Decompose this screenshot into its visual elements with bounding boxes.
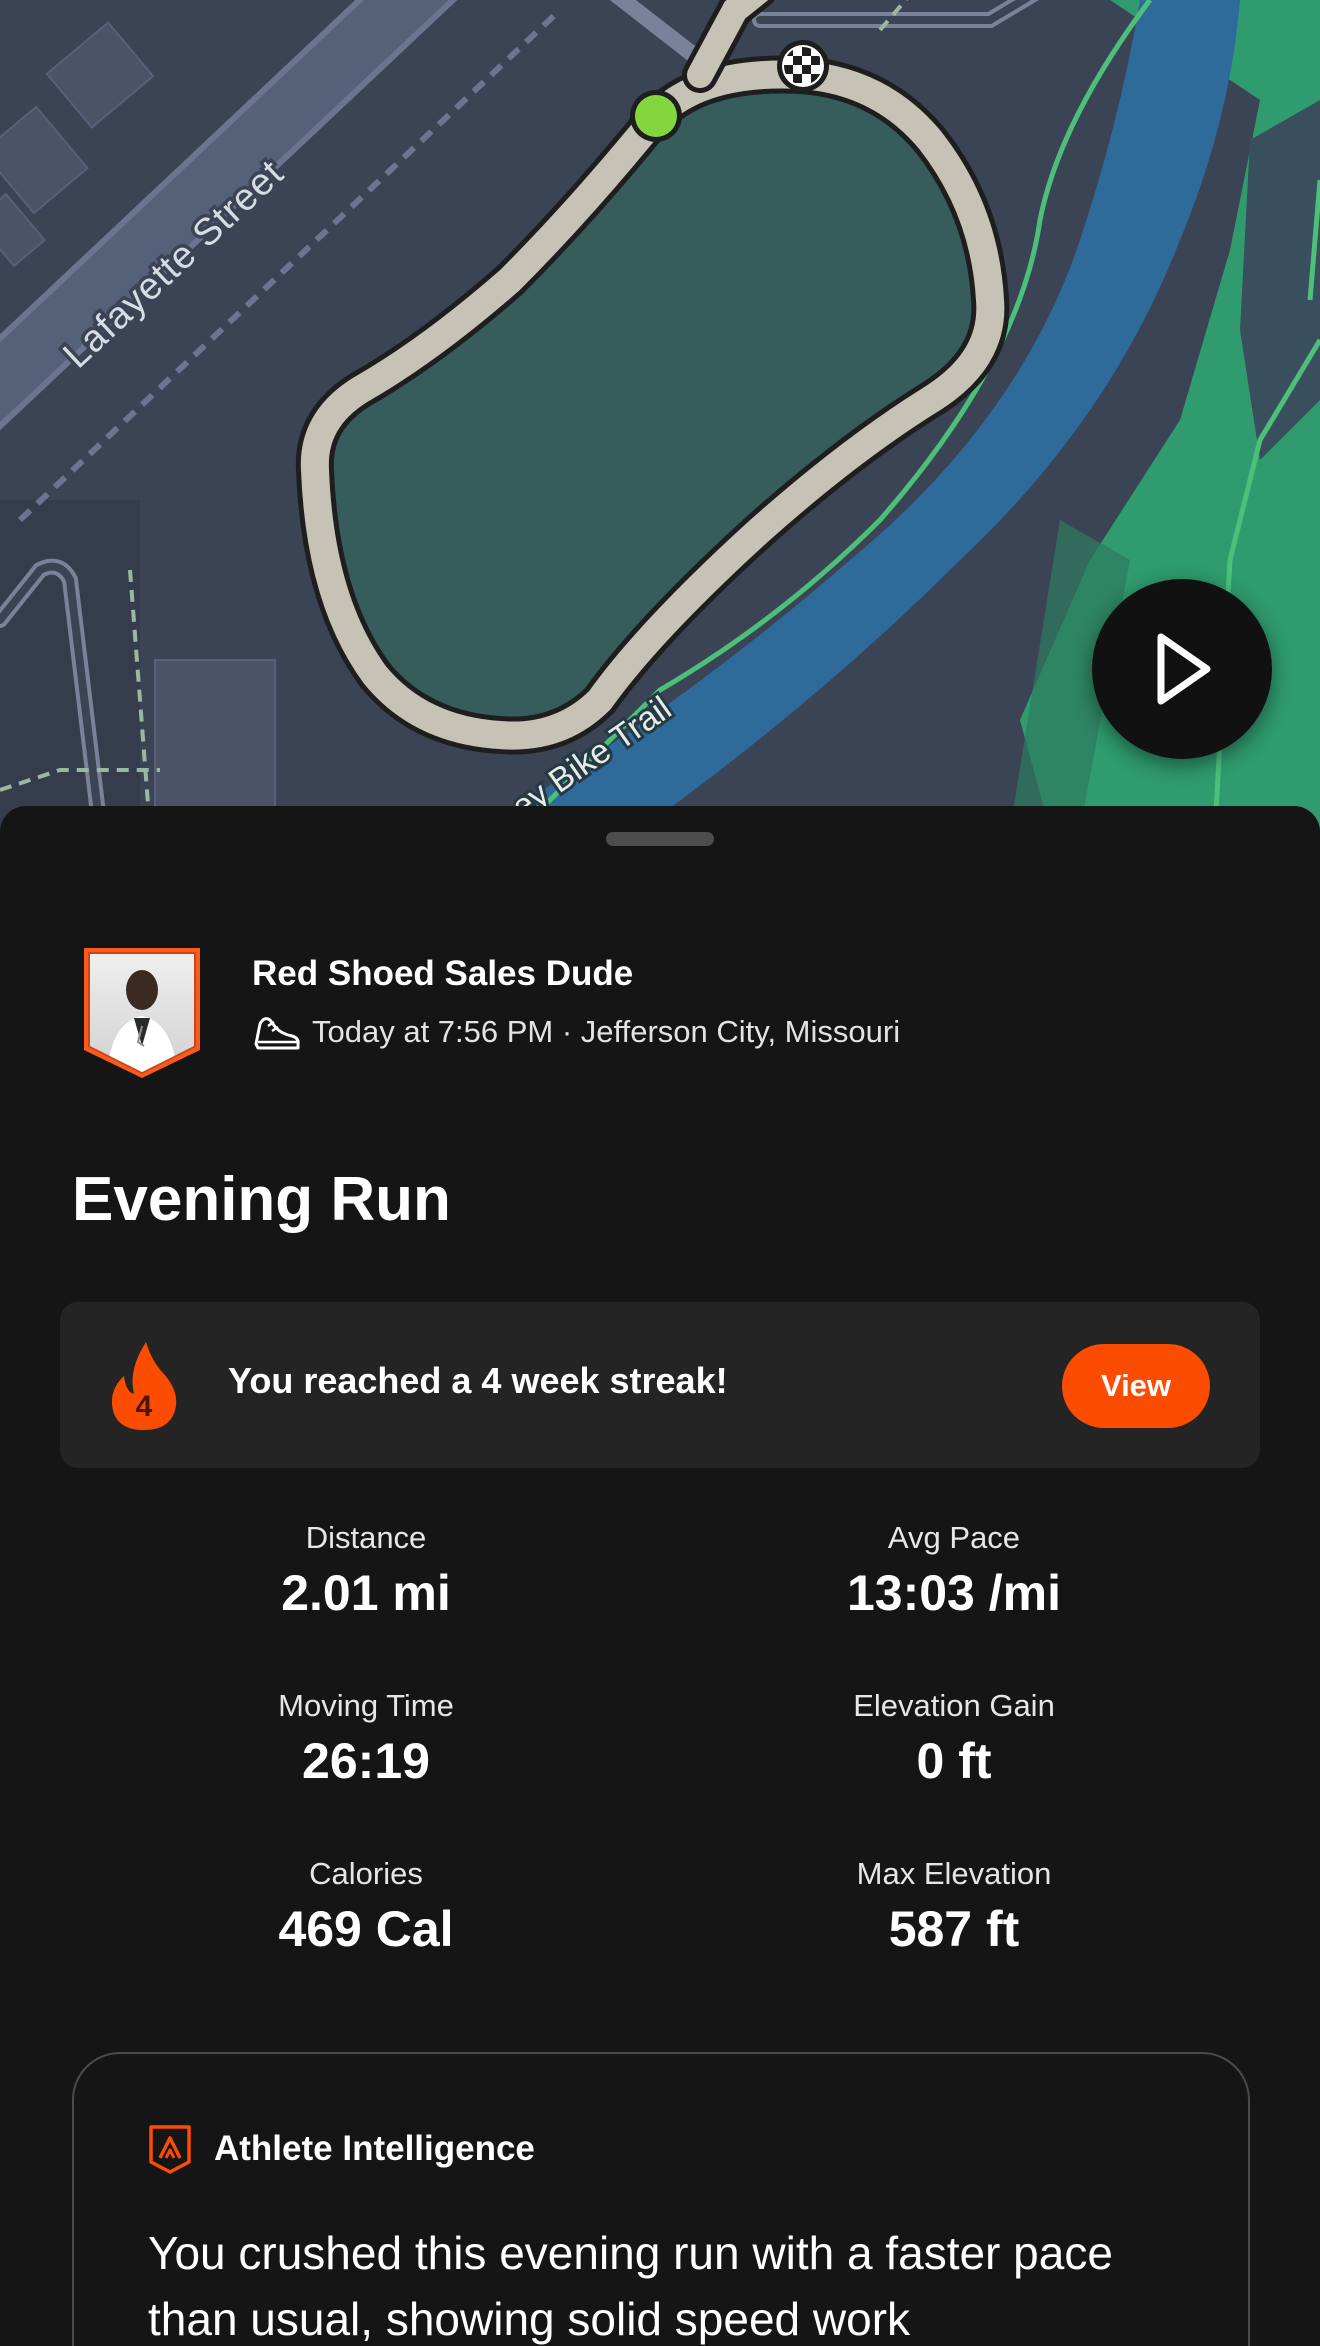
stat-label: Max Elevation (856, 1856, 1052, 1891)
stat-value: 26:19 (302, 1733, 430, 1789)
athlete-intelligence-header: Athlete Intelligence (148, 2124, 535, 2174)
activity-date-location: Today at 7:56 PM · Jefferson City, Misso… (312, 1014, 901, 1049)
athlete-intelligence-card[interactable]: Athlete Intelligence You crushed this ev… (72, 2052, 1250, 2346)
stat-moving-time: Moving Time 26:19 (116, 1686, 616, 1792)
activity-stats: Distance 2.01 mi Avg Pace 13:03 /mi Movi… (0, 1518, 1320, 1998)
route-map[interactable]: Lafayette Street ey Bike Trail (0, 0, 1320, 830)
stat-elevation-gain: Elevation Gain 0 ft (704, 1686, 1204, 1792)
stat-label: Moving Time (278, 1688, 454, 1723)
activity-detail-screen: Lafayette Street ey Bike Trail Red Shoed… (0, 0, 1320, 2346)
streak-message: You reached a 4 week streak! (228, 1360, 728, 1401)
sheet-drag-handle[interactable] (606, 832, 714, 846)
checkered-flag-icon (777, 40, 829, 92)
stat-avg-pace: Avg Pace 13:03 /mi (704, 1518, 1204, 1624)
activity-sheet: Red Shoed Sales Dude Today at 7:56 PM · … (0, 806, 1320, 2346)
play-icon (1157, 633, 1211, 705)
stat-calories: Calories 469 Cal (116, 1854, 616, 1960)
play-flyover-button[interactable] (1092, 579, 1272, 759)
stat-label: Elevation Gain (853, 1688, 1055, 1723)
stat-label: Avg Pace (887, 1520, 1021, 1555)
stat-value: 469 Cal (278, 1901, 454, 1957)
athlete-header[interactable]: Red Shoed Sales Dude Today at 7:56 PM · … (82, 946, 1242, 1086)
athlete-intelligence-summary: You crushed this evening run with a fast… (148, 2227, 1113, 2345)
activity-title: Evening Run (72, 1165, 451, 1234)
running-shoe-icon (254, 1017, 300, 1050)
stat-value: 13:03 /mi (846, 1565, 1061, 1621)
stat-distance: Distance 2.01 mi (116, 1518, 616, 1624)
stat-value: 0 ft (916, 1733, 992, 1789)
athlete-intelligence-title: Athlete Intelligence (214, 2129, 535, 2168)
streak-count: 4 (136, 1390, 153, 1423)
streak-banner[interactable]: 4 You reached a 4 week streak! View (60, 1302, 1260, 1468)
athlete-name[interactable]: Red Shoed Sales Dude (252, 954, 633, 994)
activity-meta: Today at 7:56 PM · Jefferson City, Misso… (252, 1010, 900, 1054)
stat-label: Distance (305, 1520, 427, 1555)
view-streak-button[interactable]: View (1062, 1344, 1210, 1428)
start-marker-icon (630, 90, 682, 142)
stat-value: 2.01 mi (281, 1565, 451, 1621)
stat-label: Calories (309, 1856, 423, 1891)
athlete-intelligence-icon (149, 2125, 191, 2174)
streak-flame-icon: 4 (111, 1342, 177, 1430)
avatar[interactable] (82, 946, 202, 1080)
stat-value: 587 ft (888, 1901, 1020, 1957)
stat-max-elevation: Max Elevation 587 ft (704, 1854, 1204, 1960)
